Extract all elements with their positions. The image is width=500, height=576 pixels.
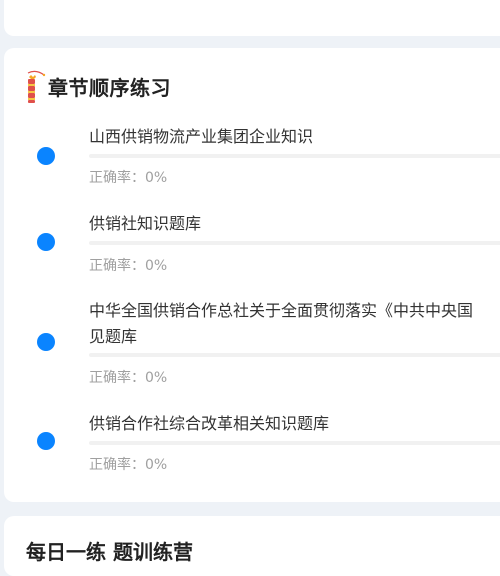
chapter-item-3[interactable]: 中华全国供销合作总社关于全面贯彻落实《中共中央国 见题库 正确率：0%: [0, 296, 500, 396]
chapter-title: 供销社知识题库: [89, 214, 202, 233]
chapter-title: 山西供销物流产业集团企业知识: [89, 127, 314, 146]
chapter-title-line-1: 中华全国供销合作总社关于全面贯彻落实《中共中央国: [89, 301, 474, 320]
section-title: 章节顺序练习: [48, 75, 171, 100]
progress-bar: [89, 441, 500, 445]
chapter-dot-icon: [37, 333, 55, 351]
chapter-item-2[interactable]: 供销社知识题库 正确率：0%: [0, 208, 500, 284]
firecracker-icon: [27, 70, 46, 103]
section-header: 章节顺序练习: [22, 66, 171, 106]
next-section-title: 每日一练 题训练营: [26, 540, 193, 564]
chapter-title: 供销合作社综合改革相关知识题库: [89, 414, 330, 433]
progress-bar: [89, 241, 500, 245]
chapter-item-1[interactable]: 山西供销物流产业集团企业知识 正确率：0%: [0, 120, 500, 196]
chapter-item-4[interactable]: 供销合作社综合改革相关知识题库 正确率：0%: [0, 408, 500, 484]
accuracy-text: 正确率：0%: [89, 370, 168, 386]
chapter-title-line-2: 见题库: [89, 327, 138, 346]
accuracy-text: 正确率：0%: [89, 170, 168, 186]
accuracy-text: 正确率：0%: [89, 457, 168, 473]
accuracy-text: 正确率：0%: [89, 258, 168, 274]
progress-bar: [89, 154, 500, 158]
chapter-dot-icon: [37, 432, 55, 450]
chapter-dot-icon: [37, 147, 55, 165]
chapter-dot-icon: [37, 233, 55, 251]
progress-bar: [89, 353, 500, 357]
previous-card: [4, 0, 500, 36]
